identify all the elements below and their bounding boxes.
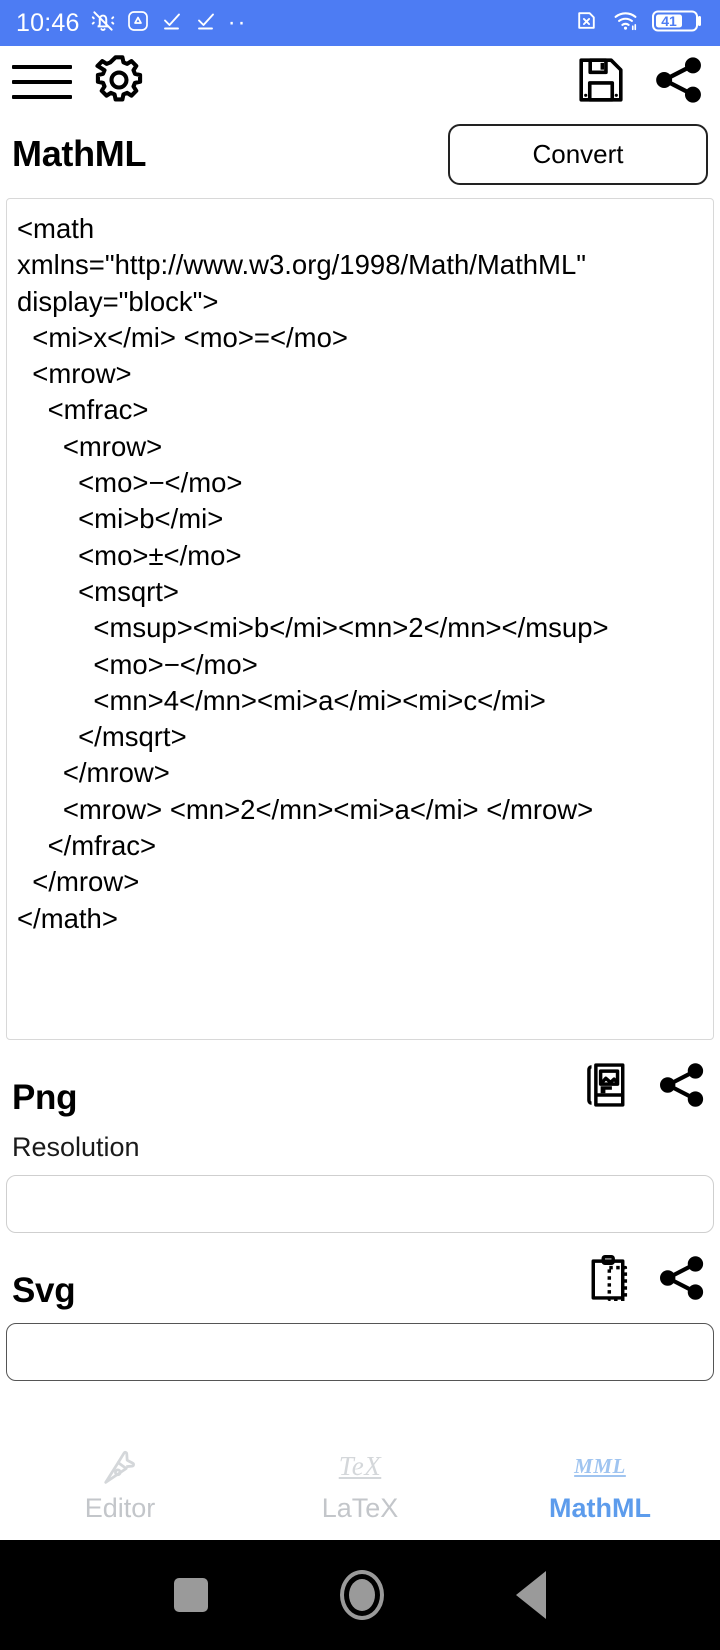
battery-level-text: 41 <box>661 13 677 29</box>
mml-glyph-icon: MML <box>574 1447 626 1487</box>
svg-input[interactable] <box>7 1324 713 1380</box>
circle-home-icon[interactable] <box>340 1570 384 1620</box>
android-navigation-bar <box>0 1540 720 1650</box>
status-bar-right: 41 <box>574 8 704 39</box>
toolbar-right-actions <box>574 53 706 112</box>
mathml-editor[interactable]: <math xmlns="http://www.w3.org/1998/Math… <box>6 198 714 1040</box>
sim-missing-icon <box>574 8 599 38</box>
png-section-title: Png <box>12 1078 78 1117</box>
pen-nib-icon <box>98 1447 142 1487</box>
resolution-label: Resolution <box>12 1132 140 1162</box>
page-header: MathML Convert <box>0 120 720 188</box>
tab-mathml[interactable]: MML MathML <box>480 1430 720 1540</box>
png-section-actions <box>582 1059 708 1118</box>
png-section-header: Png <box>0 1062 720 1118</box>
tab-editor[interactable]: Editor <box>0 1430 240 1540</box>
share-icon[interactable] <box>652 53 706 112</box>
floppy-save-icon[interactable] <box>574 53 628 112</box>
page-title: MathML <box>12 133 147 174</box>
mathml-source-text[interactable]: <math xmlns="http://www.w3.org/1998/Math… <box>17 211 703 937</box>
wifi-icon <box>612 8 639 38</box>
square-recents-icon[interactable] <box>174 1578 208 1612</box>
gear-icon[interactable] <box>90 51 148 114</box>
svg-section-actions <box>582 1252 708 1311</box>
resolution-input-wrapper[interactable] <box>6 1175 714 1233</box>
svg-section-title: Svg <box>12 1271 76 1310</box>
hamburger-menu-icon[interactable] <box>12 61 72 103</box>
tex-glyph-icon: TeX <box>339 1447 382 1487</box>
toolbar-left-actions <box>12 51 148 114</box>
triangle-drive-icon <box>126 9 150 38</box>
bottom-tab-bar: Editor TeX LaTeX MML MathML <box>0 1430 720 1540</box>
bell-muted-icon <box>90 8 116 39</box>
tex-glyph-text: TeX <box>338 1451 382 1481</box>
clipboard-copy-icon[interactable] <box>582 1252 634 1309</box>
triangle-back-icon[interactable] <box>516 1571 546 1619</box>
resolution-input[interactable] <box>7 1176 713 1232</box>
share-icon[interactable] <box>656 1059 708 1116</box>
tab-latex[interactable]: TeX LaTeX <box>240 1430 480 1540</box>
task-check-icon <box>194 9 218 38</box>
mml-glyph-text: MML <box>574 1454 626 1478</box>
share-icon[interactable] <box>656 1252 708 1309</box>
tab-latex-label: LaTeX <box>321 1492 399 1523</box>
status-clock: 10:46 <box>16 8 80 37</box>
task-check-icon <box>160 9 184 38</box>
status-bar: 10:46 ·· 41 <box>0 0 720 46</box>
convert-button[interactable]: Convert <box>448 123 708 185</box>
tab-mathml-label: MathML <box>549 1492 651 1523</box>
battery-icon: 41 <box>652 8 704 39</box>
svg-input-wrapper[interactable] <box>6 1323 714 1381</box>
tab-editor-label: Editor <box>84 1492 156 1523</box>
app-root: 10:46 ·· 41 MathML Convert <math xmlns="… <box>0 0 720 1650</box>
copy-image-icon[interactable] <box>582 1059 634 1116</box>
svg-section-header: Svg <box>0 1255 720 1311</box>
app-toolbar <box>0 46 720 118</box>
status-overflow-dots: ·· <box>227 9 248 36</box>
status-bar-left: 10:46 ·· <box>16 8 248 39</box>
